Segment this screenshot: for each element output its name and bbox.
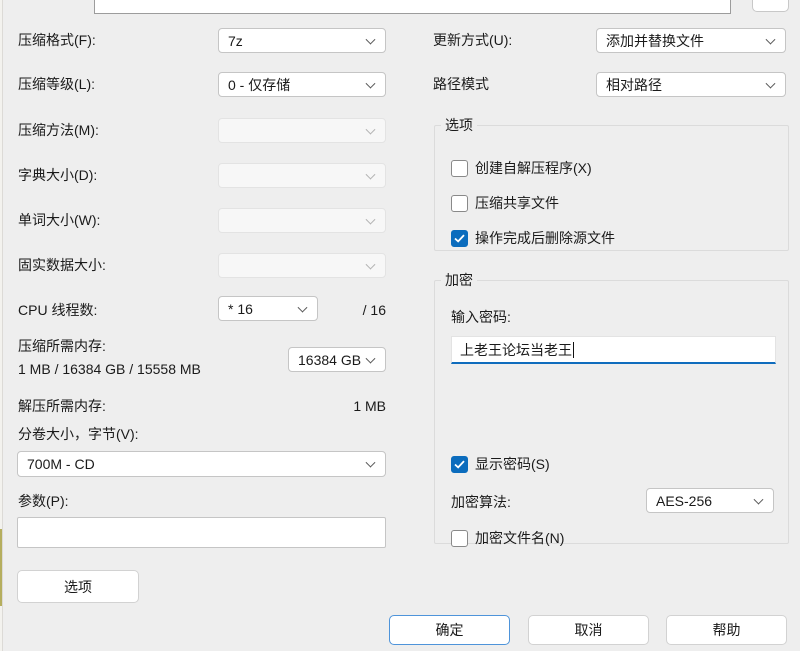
password-value: 上老王论坛当老王 bbox=[460, 340, 572, 360]
chevron-down-icon bbox=[754, 494, 764, 504]
encryption-method-value: AES-256 bbox=[656, 493, 712, 509]
split-volume-combobox[interactable]: 700M - CD bbox=[17, 451, 386, 477]
ok-button[interactable]: 确定 bbox=[389, 615, 510, 645]
chevron-down-icon bbox=[366, 259, 376, 269]
cpu-threads-label: CPU 线程数: bbox=[18, 301, 97, 319]
dictionary-dropdown bbox=[218, 163, 386, 188]
word-size-label: 单词大小(W): bbox=[18, 211, 100, 229]
cpu-threads-dropdown[interactable]: * 16 bbox=[218, 296, 318, 321]
checkbox-label: 显示密码(S) bbox=[475, 454, 550, 474]
chevron-down-icon bbox=[366, 34, 376, 44]
word-size-dropdown bbox=[218, 208, 386, 233]
cancel-button[interactable]: 取消 bbox=[528, 615, 649, 645]
options-button[interactable]: 选项 bbox=[17, 570, 139, 603]
method-label: 压缩方法(M): bbox=[18, 121, 99, 139]
format-label: 压缩格式(F): bbox=[18, 31, 96, 49]
checkbox-icon bbox=[451, 160, 468, 177]
encryption-group-title: 加密 bbox=[441, 270, 477, 290]
password-label: 输入密码: bbox=[451, 308, 511, 326]
checkbox-icon bbox=[451, 230, 468, 247]
update-mode-value: 添加并替换文件 bbox=[606, 31, 704, 51]
help-button[interactable]: 帮助 bbox=[666, 615, 787, 645]
checkbox-icon bbox=[451, 456, 468, 473]
encryption-group: 加密 输入密码: 上老王论坛当老王 显示密码(S) 加密算法: AES-256 … bbox=[434, 270, 789, 544]
checkbox-label: 创建自解压程序(X) bbox=[475, 158, 592, 178]
update-mode-dropdown[interactable]: 添加并替换文件 bbox=[596, 28, 786, 53]
split-volume-value: 700M - CD bbox=[27, 456, 95, 472]
checkbox-icon bbox=[451, 530, 468, 547]
update-mode-label: 更新方式(U): bbox=[433, 31, 512, 49]
chevron-down-icon bbox=[366, 124, 376, 134]
checkbox-shared-files[interactable]: 压缩共享文件 bbox=[451, 193, 559, 213]
checkbox-encrypt-filenames[interactable]: 加密文件名(N) bbox=[451, 528, 564, 548]
checkbox-label: 压缩共享文件 bbox=[475, 193, 559, 213]
archive-name-input[interactable] bbox=[94, 0, 731, 14]
checkbox-label: 操作完成后删除源文件 bbox=[475, 228, 615, 248]
checkbox-show-password[interactable]: 显示密码(S) bbox=[451, 454, 550, 474]
checkbox-delete-after[interactable]: 操作完成后删除源文件 bbox=[451, 228, 615, 248]
memory-usage-dropdown[interactable]: 16384 GB bbox=[288, 347, 386, 372]
chevron-down-icon bbox=[766, 78, 776, 88]
dictionary-label: 字典大小(D): bbox=[18, 166, 97, 184]
chevron-down-icon bbox=[366, 78, 376, 88]
path-mode-value: 相对路径 bbox=[606, 75, 662, 95]
encryption-method-label: 加密算法: bbox=[451, 493, 511, 511]
solid-block-label: 固实数据大小: bbox=[18, 256, 106, 274]
path-mode-dropdown[interactable]: 相对路径 bbox=[596, 72, 786, 97]
memory-usage-value: 16384 GB bbox=[298, 352, 361, 368]
ok-button-label: 确定 bbox=[436, 620, 464, 640]
chevron-down-icon bbox=[298, 302, 308, 312]
format-value: 7z bbox=[228, 33, 243, 49]
cpu-threads-value: * 16 bbox=[228, 301, 253, 317]
text-cursor bbox=[573, 342, 574, 358]
memory-decompress-value: 1 MB bbox=[286, 397, 386, 415]
chevron-down-icon bbox=[766, 34, 776, 44]
solid-block-dropdown bbox=[218, 253, 386, 278]
path-mode-label: 路径模式 bbox=[433, 75, 489, 93]
memory-compress-detail: 1 MB / 16384 GB / 15558 MB bbox=[18, 360, 201, 378]
checkbox-icon bbox=[451, 195, 468, 212]
level-label: 压缩等级(L): bbox=[18, 75, 95, 93]
options-group-title: 选项 bbox=[441, 115, 477, 135]
background-window-sliver bbox=[0, 529, 2, 606]
password-input[interactable]: 上老王论坛当老王 bbox=[451, 336, 776, 364]
format-dropdown[interactable]: 7z bbox=[218, 28, 386, 53]
memory-compress-label: 压缩所需内存: bbox=[18, 337, 106, 355]
cpu-threads-max: / 16 bbox=[340, 301, 386, 319]
chevron-down-icon bbox=[366, 353, 376, 363]
chevron-down-icon bbox=[366, 169, 376, 179]
checkbox-create-sfx[interactable]: 创建自解压程序(X) bbox=[451, 158, 592, 178]
method-dropdown bbox=[218, 118, 386, 143]
cancel-button-label: 取消 bbox=[575, 620, 603, 640]
level-value: 0 - 仅存储 bbox=[228, 75, 290, 95]
encryption-method-dropdown[interactable]: AES-256 bbox=[646, 488, 774, 513]
browse-button[interactable] bbox=[752, 0, 789, 12]
parameters-input[interactable] bbox=[17, 517, 386, 548]
checkbox-label: 加密文件名(N) bbox=[475, 528, 564, 548]
memory-decompress-label: 解压所需内存: bbox=[18, 397, 106, 415]
options-button-label: 选项 bbox=[64, 577, 92, 597]
help-button-label: 帮助 bbox=[713, 620, 741, 640]
chevron-down-icon bbox=[366, 458, 376, 468]
chevron-down-icon bbox=[366, 214, 376, 224]
parameters-label: 参数(P): bbox=[18, 492, 69, 510]
split-volume-label: 分卷大小，字节(V): bbox=[18, 425, 139, 443]
dialog-left-border bbox=[2, 0, 3, 651]
level-dropdown[interactable]: 0 - 仅存储 bbox=[218, 72, 386, 97]
options-group: 选项 创建自解压程序(X) 压缩共享文件 操作完成后删除源文件 bbox=[434, 115, 789, 251]
